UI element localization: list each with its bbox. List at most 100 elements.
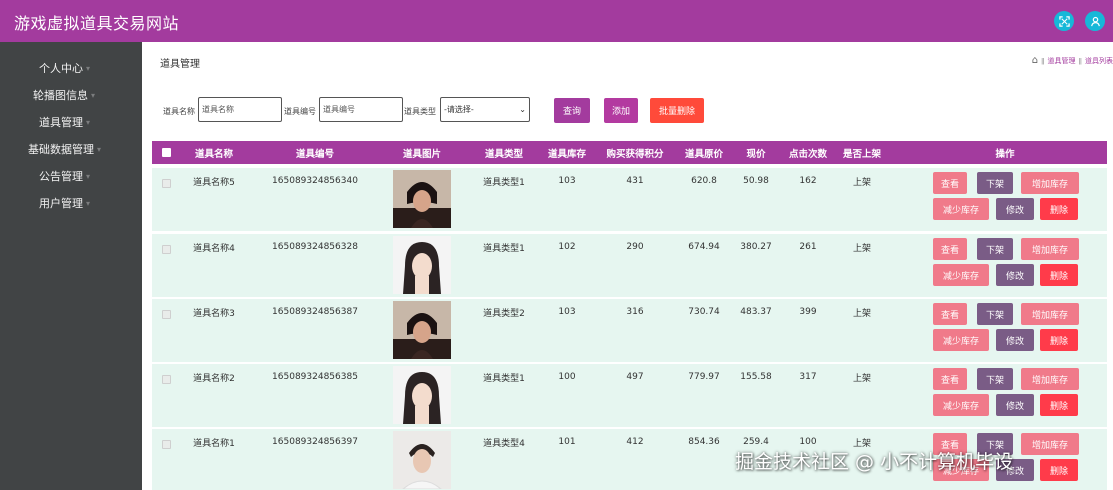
item-price: 483.37	[740, 307, 772, 317]
item-stock: 103	[558, 307, 576, 317]
page-title: 道具管理	[160, 59, 200, 70]
watermark: 掘金技术社区 @ 小不计算机毕设	[735, 451, 1014, 473]
view-button[interactable]: 查看	[933, 303, 967, 325]
chevron-down-icon: ▾	[91, 90, 96, 100]
select-all-checkbox[interactable]	[162, 148, 171, 157]
view-button[interactable]: 查看	[933, 172, 967, 194]
view-button[interactable]: 查看	[933, 368, 967, 390]
breadcrumb-item[interactable]: 道具管理	[1048, 56, 1076, 66]
item-code: 165089324856387	[272, 307, 358, 317]
sidebar-item-label: 轮播图信息	[33, 89, 88, 102]
item-image	[393, 366, 451, 424]
item-image	[393, 431, 451, 489]
item-image	[393, 236, 451, 294]
code-input[interactable]	[319, 97, 403, 122]
item-image	[393, 301, 451, 359]
item-type: 道具类型1	[483, 177, 525, 188]
column-header: 道具编号	[295, 148, 334, 160]
sidebar-item-label: 个人中心	[39, 62, 83, 75]
edit-button[interactable]: 修改	[996, 264, 1034, 286]
item-stock: 101	[558, 437, 576, 447]
home-icon[interactable]: ⌂	[1032, 55, 1038, 66]
add-stock-button[interactable]: 增加库存	[1021, 303, 1079, 325]
item-clicks: 317	[799, 372, 817, 382]
edit-button[interactable]: 修改	[996, 394, 1034, 416]
name-input[interactable]	[198, 97, 282, 122]
reduce-stock-button[interactable]: 减少库存	[933, 394, 989, 416]
column-header: 现价	[746, 148, 766, 160]
item-stock: 103	[558, 176, 576, 186]
add-stock-button[interactable]: 增加库存	[1021, 433, 1079, 455]
add-button[interactable]: 添加	[604, 98, 638, 123]
delete-button[interactable]: 删除	[1040, 459, 1078, 481]
chevron-down-icon: ⌄	[519, 105, 526, 114]
item-points: 412	[626, 437, 644, 447]
expand-icon	[1058, 15, 1070, 27]
reduce-stock-button[interactable]: 减少库存	[933, 329, 989, 351]
item-code: 165089324856397	[272, 437, 358, 447]
column-header: 道具库存	[547, 148, 586, 160]
add-stock-button[interactable]: 增加库存	[1021, 238, 1079, 260]
user-icon	[1090, 16, 1100, 26]
item-clicks: 162	[799, 176, 817, 186]
column-header: 道具类型	[484, 148, 523, 160]
offshelf-button[interactable]: 下架	[977, 238, 1013, 260]
add-stock-button[interactable]: 增加库存	[1021, 368, 1079, 390]
item-original-price: 674.94	[688, 242, 720, 252]
reduce-stock-button[interactable]: 减少库存	[933, 264, 989, 286]
user-button[interactable]	[1085, 11, 1105, 31]
item-code: 165089324856340	[272, 176, 358, 186]
row-checkbox[interactable]	[162, 375, 171, 384]
row-checkbox[interactable]	[162, 310, 171, 319]
table-row: 道具名称5 165089324856340 道具类型1 103 431 620.8 50.9…	[152, 168, 1107, 231]
item-price: 50.98	[743, 176, 769, 186]
batch-delete-button[interactable]: 批量删除	[650, 98, 704, 123]
fullscreen-button[interactable]	[1054, 11, 1074, 31]
query-button[interactable]: 查询	[554, 98, 590, 123]
row-checkbox[interactable]	[162, 440, 171, 449]
delete-button[interactable]: 删除	[1040, 264, 1078, 286]
item-name: 道具名称1	[193, 438, 235, 449]
reduce-stock-button[interactable]: 减少库存	[933, 198, 989, 220]
breadcrumb-item[interactable]: 道具列表	[1085, 56, 1113, 66]
item-original-price: 620.8	[691, 176, 717, 186]
edit-button[interactable]: 修改	[996, 198, 1034, 220]
item-original-price: 854.36	[688, 437, 720, 447]
code-label: 道具编号	[284, 107, 316, 116]
delete-button[interactable]: 删除	[1040, 329, 1078, 351]
item-price: 155.58	[740, 372, 772, 382]
item-stock: 102	[558, 242, 576, 252]
type-select[interactable]: -请选择- ⌄	[440, 97, 530, 122]
chevron-down-icon: ▾	[86, 63, 91, 73]
row-checkbox[interactable]	[162, 245, 171, 254]
breadcrumb-separator: ǁ	[1078, 56, 1082, 65]
view-button[interactable]: 查看	[933, 238, 967, 260]
column-header: 道具图片	[402, 148, 441, 160]
delete-button[interactable]: 删除	[1040, 198, 1078, 220]
column-header: 道具原价	[684, 148, 723, 160]
chevron-down-icon: ▾	[97, 144, 102, 154]
breadcrumb: ⌂ ǁ 道具管理 ǁ 道具列表	[1032, 55, 1113, 66]
edit-button[interactable]: 修改	[996, 329, 1034, 351]
delete-button[interactable]: 删除	[1040, 394, 1078, 416]
offshelf-button[interactable]: 下架	[977, 172, 1013, 194]
item-status: 上架	[852, 373, 871, 384]
row-checkbox[interactable]	[162, 179, 171, 188]
item-image	[393, 170, 451, 228]
chevron-down-icon: ▾	[86, 198, 91, 208]
item-name: 道具名称4	[193, 243, 235, 254]
table-header: 道具名称 道具编号 道具图片 道具类型 道具库存 购买获得积分 道具原价 现价 …	[152, 141, 1107, 164]
add-stock-button[interactable]: 增加库存	[1021, 172, 1079, 194]
table-row: 道具名称3 165089324856387 道具类型2 103 316 730.74 483…	[152, 299, 1107, 362]
table-row: 道具名称2 165089324856385 道具类型1 100 497 779.97 155…	[152, 364, 1107, 427]
app-title: 游戏虚拟道具交易网站	[14, 14, 180, 33]
breadcrumb-separator: ǁ	[1041, 56, 1045, 65]
top-header: 游戏虚拟道具交易网站	[0, 0, 1113, 42]
offshelf-button[interactable]: 下架	[977, 303, 1013, 325]
item-type: 道具类型4	[483, 438, 525, 449]
sidebar-item-label: 基础数据管理	[28, 143, 94, 156]
item-points: 316	[626, 307, 644, 317]
item-status: 上架	[852, 243, 871, 254]
item-stock: 100	[558, 372, 576, 382]
offshelf-button[interactable]: 下架	[977, 368, 1013, 390]
